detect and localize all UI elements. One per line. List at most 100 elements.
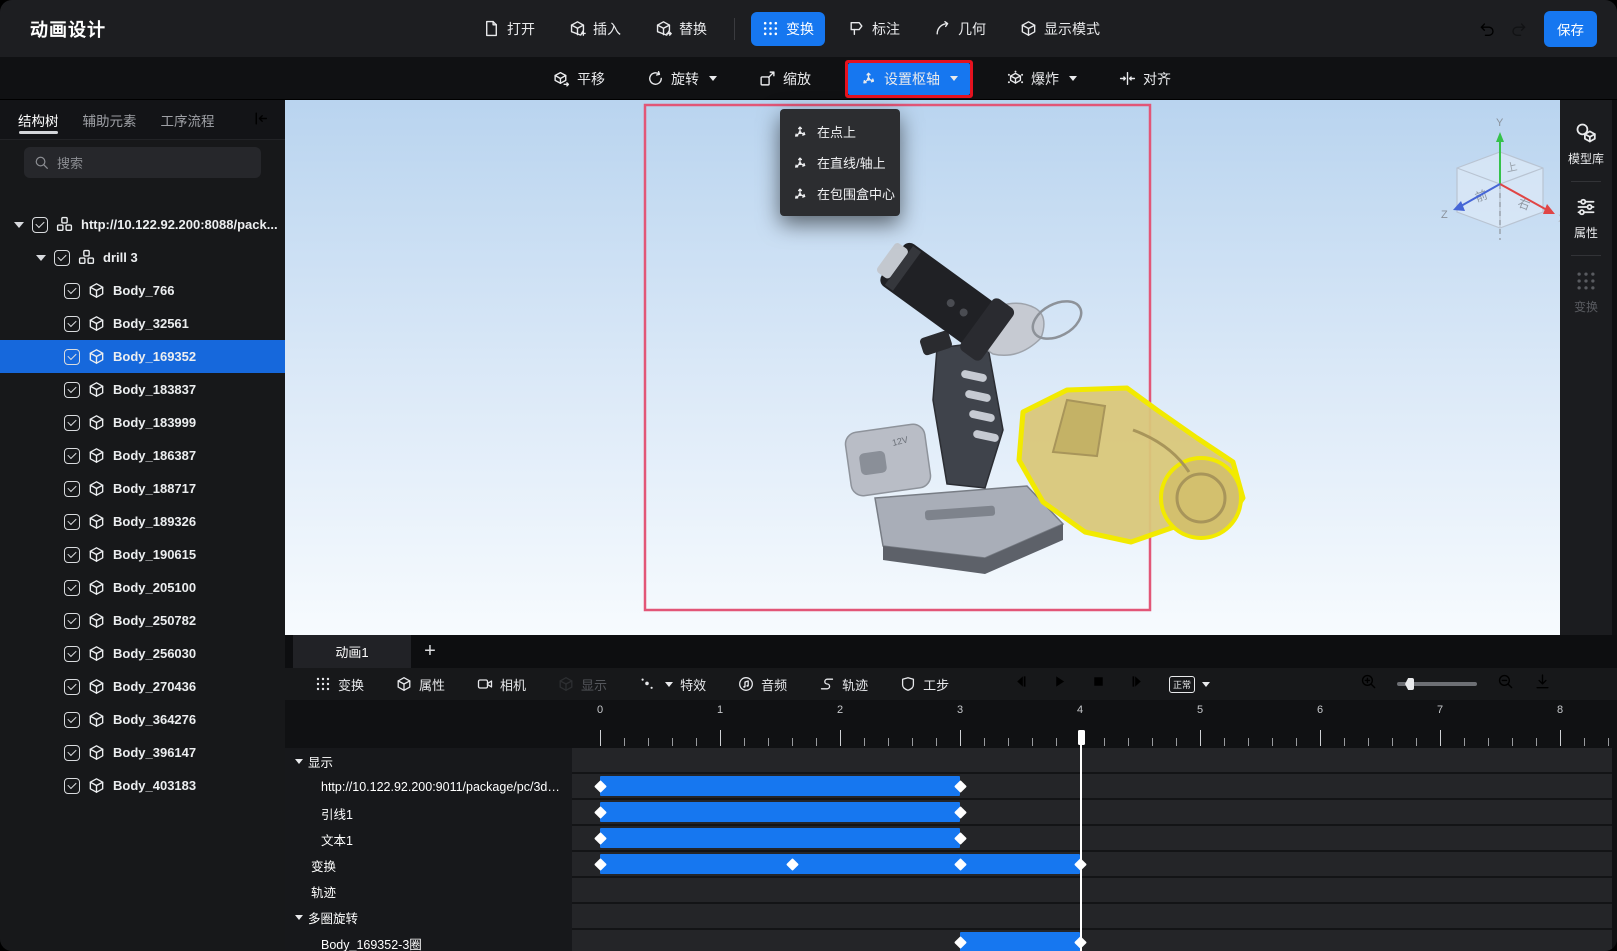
checkbox[interactable]: [64, 316, 80, 332]
track-row[interactable]: [572, 930, 1612, 951]
track-row[interactable]: [572, 904, 1612, 930]
timeline-bar[interactable]: [600, 854, 1080, 874]
timeline-bar[interactable]: [600, 828, 960, 848]
undo-icon[interactable]: [1478, 20, 1495, 37]
checkbox[interactable]: [64, 547, 80, 563]
menu-item-on-line-axis[interactable]: 在直线/轴上: [780, 147, 900, 178]
tree-item-body_250782[interactable]: Body_250782: [0, 604, 285, 637]
rotate-button[interactable]: 旋转: [639, 63, 725, 95]
group-caret-icon[interactable]: [295, 759, 303, 764]
annotate-button[interactable]: 标注: [837, 12, 911, 46]
replace-button[interactable]: 替换: [644, 12, 718, 46]
timeline-bar[interactable]: [600, 802, 960, 822]
align-button[interactable]: 对齐: [1111, 63, 1179, 95]
timeline-tool-camera[interactable]: 相机: [477, 675, 526, 694]
tree-item-body_186387[interactable]: Body_186387: [0, 439, 285, 472]
checkbox[interactable]: [64, 613, 80, 629]
slider-handle[interactable]: [1405, 678, 1414, 690]
track-label-group-row[interactable]: 显示: [285, 748, 572, 774]
zoom-out-button[interactable]: [1497, 673, 1514, 695]
set-pivot-button[interactable]: 设置枢轴: [848, 63, 970, 95]
track-row[interactable]: [572, 774, 1612, 800]
button-stop[interactable]: [1091, 674, 1106, 694]
tree-item-body_766[interactable]: Body_766: [0, 274, 285, 307]
add-animation-button[interactable]: +: [413, 635, 447, 668]
button-play[interactable]: [1052, 674, 1067, 694]
tree-item-drill-3[interactable]: drill 3: [0, 241, 285, 274]
transform-button[interactable]: 变换: [751, 12, 825, 46]
export-button[interactable]: [1534, 673, 1551, 695]
timeline-tool-transform[interactable]: 变换: [315, 675, 364, 694]
playhead-handle[interactable]: [1078, 730, 1085, 745]
track-label-group-row[interactable]: 多圈旋转: [285, 904, 572, 930]
tab-aux-elements[interactable]: 辅助元素: [83, 100, 137, 139]
checkbox[interactable]: [64, 712, 80, 728]
viewport-3d[interactable]: 12V: [285, 100, 1560, 635]
rail-properties[interactable]: 属性: [1560, 188, 1612, 249]
track-label-row[interactable]: http://10.122.92.200:9011/package/pc/3dc…: [285, 774, 572, 800]
track-label-row[interactable]: 文本1: [285, 826, 572, 852]
tree-item-body_32561[interactable]: Body_32561: [0, 307, 285, 340]
checkbox[interactable]: [32, 217, 48, 233]
timeline-tool-trajectory[interactable]: 轨迹: [819, 675, 868, 694]
collapse-sidebar-icon[interactable]: [252, 110, 269, 127]
tab-process-flow[interactable]: 工序流程: [161, 100, 215, 139]
explode-button[interactable]: 爆炸: [999, 63, 1085, 95]
zoom-in-button[interactable]: [1360, 673, 1377, 695]
checkbox[interactable]: [54, 250, 70, 266]
checkbox[interactable]: [64, 415, 80, 431]
checkbox[interactable]: [64, 349, 80, 365]
timeline-bar[interactable]: [960, 932, 1080, 951]
track-row[interactable]: [572, 878, 1612, 904]
track-label-row[interactable]: Body_169352-3圈: [285, 930, 572, 951]
checkbox[interactable]: [64, 481, 80, 497]
checkbox[interactable]: [64, 448, 80, 464]
checkbox[interactable]: [64, 580, 80, 596]
track-area[interactable]: 012345678: [572, 700, 1612, 951]
open-button[interactable]: 打开: [472, 12, 546, 46]
timeline-tool-effects[interactable]: 特效: [639, 675, 706, 694]
geometry-button[interactable]: 几何: [923, 12, 997, 46]
checkbox[interactable]: [64, 679, 80, 695]
tree-item-body_396147[interactable]: Body_396147: [0, 736, 285, 769]
tree-item-body_270436[interactable]: Body_270436: [0, 670, 285, 703]
track-row[interactable]: [572, 800, 1612, 826]
tree-item-body_190615[interactable]: Body_190615: [0, 538, 285, 571]
expand-caret-icon[interactable]: [14, 222, 24, 228]
tree-item-body_169352[interactable]: Body_169352: [0, 340, 285, 373]
display-mode-button[interactable]: 显示模式: [1009, 12, 1111, 46]
track-row[interactable]: [572, 826, 1612, 852]
button-step-back[interactable]: [1013, 674, 1028, 694]
pan-button[interactable]: 平移: [545, 63, 613, 95]
checkbox[interactable]: [64, 382, 80, 398]
checkbox[interactable]: [64, 283, 80, 299]
playback-speed-selector[interactable]: 正常: [1169, 676, 1210, 693]
search-input[interactable]: 搜索: [24, 147, 261, 178]
track-row[interactable]: [572, 748, 1612, 774]
track-label-row[interactable]: 变换: [285, 852, 572, 878]
rail-model-library[interactable]: 模型库: [1560, 114, 1612, 175]
tree-item-body_183837[interactable]: Body_183837: [0, 373, 285, 406]
timeline-tool-step[interactable]: 工步: [900, 675, 949, 694]
timeline-tool-audio[interactable]: 音频: [738, 675, 787, 694]
menu-item-on-point[interactable]: 在点上: [780, 116, 900, 147]
checkbox[interactable]: [64, 646, 80, 662]
redo-icon[interactable]: [1511, 20, 1528, 37]
tree-item-body_403183[interactable]: Body_403183: [0, 769, 285, 802]
tree-item-body_256030[interactable]: Body_256030: [0, 637, 285, 670]
menu-item-on-bbox-center[interactable]: 在包围盒中心: [780, 178, 900, 209]
track-row[interactable]: [572, 852, 1612, 878]
tree-item-body_205100[interactable]: Body_205100: [0, 571, 285, 604]
timeline-zoom-slider[interactable]: [1397, 682, 1477, 686]
animation-tab[interactable]: 动画1: [293, 635, 411, 668]
tab-structure-tree[interactable]: 结构树: [18, 100, 59, 139]
button-step-forward[interactable]: [1130, 674, 1145, 694]
insert-button[interactable]: 插入: [558, 12, 632, 46]
track-label-row[interactable]: 轨迹: [285, 878, 572, 904]
checkbox[interactable]: [64, 745, 80, 761]
tree-item-body_188717[interactable]: Body_188717: [0, 472, 285, 505]
playhead[interactable]: [1080, 730, 1082, 951]
save-button[interactable]: 保存: [1544, 11, 1597, 47]
timeline-tool-properties[interactable]: 属性: [396, 675, 445, 694]
checkbox[interactable]: [64, 514, 80, 530]
